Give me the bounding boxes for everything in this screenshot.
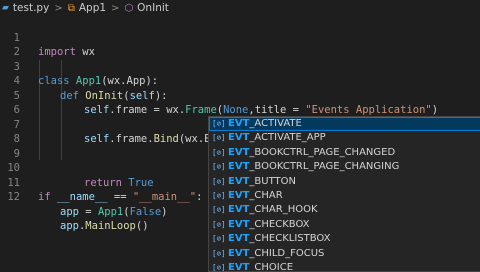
variable-icon: [⊘] bbox=[212, 147, 226, 157]
code-line: 1 import wx bbox=[0, 16, 480, 59]
class-icon: ⧉ bbox=[67, 2, 75, 14]
suggestion-item[interactable]: [⊘] EVT_CHAR_HOOK bbox=[209, 203, 480, 217]
variable-icon: [⊘] bbox=[212, 248, 226, 258]
breadcrumb-separator: > bbox=[54, 2, 63, 14]
variable-icon: [⊘] bbox=[212, 262, 226, 272]
code-line: 2 bbox=[0, 31, 480, 58]
suggestion-item[interactable]: [⊘] EVT_ACTIVATE_APP bbox=[209, 131, 480, 145]
variable-icon: [⊘] bbox=[212, 133, 226, 143]
variable-icon: [⊘] bbox=[212, 219, 226, 229]
variable-icon: [⊘] bbox=[212, 234, 226, 244]
suggestion-item[interactable]: [⊘] EVT_CHILD_FOCUS bbox=[209, 247, 480, 261]
suggestion-item[interactable]: [⊘] EVT_BOOKCTRL_PAGE_CHANGED bbox=[209, 146, 480, 160]
variable-icon: [⊘] bbox=[212, 190, 226, 200]
breadcrumb: ▰ test.py > ⧉ App1 > ⬡ OnInit bbox=[0, 0, 480, 16]
suggestion-item[interactable]: [⊘] EVT_BOOKCTRL_PAGE_CHANGING bbox=[209, 160, 480, 174]
variable-icon: [⊘] bbox=[212, 205, 226, 215]
variable-icon: [⊘] bbox=[212, 176, 226, 186]
suggestion-item[interactable]: [⊘] EVT_CHAR bbox=[209, 189, 480, 203]
suggestion-item[interactable]: [⊘] EVT_CHECKBOX bbox=[209, 218, 480, 232]
code-line: 4 def OnInit(self): bbox=[0, 60, 480, 102]
suggestion-item[interactable]: [⊘] EVT_ACTIVATE bbox=[209, 117, 480, 132]
breadcrumb-file[interactable]: test.py bbox=[13, 2, 49, 14]
suggestion-item[interactable]: [⊘] EVT_CHECKLISTBOX bbox=[209, 232, 480, 246]
autocomplete-suggest-widget[interactable]: [⊘] EVT_ACTIVATE [⊘] EVT_ACTIVATE_APP [⊘… bbox=[208, 116, 480, 272]
breadcrumb-class[interactable]: App1 bbox=[79, 2, 106, 14]
suggestion-item[interactable]: [⊘] EVT_BUTTON bbox=[209, 175, 480, 189]
code-line: 5 self.frame = wx.Frame(None,title = "Ev… bbox=[0, 74, 480, 117]
code-line: 6 bbox=[0, 89, 480, 116]
suggestion-item[interactable]: [⊘] EVT_CHOICE bbox=[209, 261, 480, 272]
method-icon: ⬡ bbox=[124, 2, 134, 14]
python-file-icon: ▰ bbox=[2, 3, 9, 13]
breadcrumb-separator: > bbox=[111, 2, 120, 14]
variable-icon: [⊘] bbox=[212, 119, 226, 128]
variable-icon: [⊘] bbox=[212, 162, 226, 172]
code-line: 3 class App1(wx.App): bbox=[0, 45, 480, 88]
breadcrumb-method[interactable]: OnInit bbox=[137, 2, 169, 14]
